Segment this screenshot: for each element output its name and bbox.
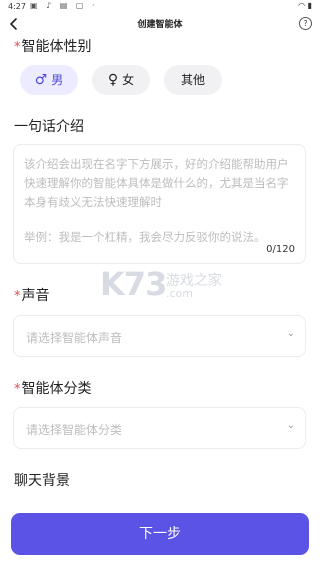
watermark-domain-text: .com [166, 287, 193, 300]
page-title: 创建智能体 [137, 20, 183, 30]
required-mark: * [14, 289, 21, 304]
watermark-logo-text: K73 [100, 265, 167, 303]
watermark-logo: K73 游戏之家 .com [100, 265, 240, 305]
gender-option-label: 女 [122, 73, 135, 87]
gender-label: *智能体性别 [14, 36, 92, 56]
category-label-text: 智能体分类 [21, 381, 92, 397]
chevron-down-icon: ⌄ [286, 328, 295, 339]
help-icon[interactable]: ? [299, 17, 312, 30]
chevron-down-icon: ⌄ [286, 420, 295, 431]
voice-placeholder: 请选择智能体声音 [26, 331, 123, 345]
status-bar: 4:27 ▣ ♪ ▤ ▢ · ◠ ▮ [0, 0, 320, 14]
category-label: *智能体分类 [14, 378, 92, 398]
required-mark: * [14, 382, 21, 397]
category-select[interactable]: 请选择智能体分类 ⌄ [13, 407, 306, 449]
gender-label-text: 智能体性别 [21, 39, 92, 55]
intro-textarea[interactable]: 该介绍会出现在名字下方展示，好的介绍能帮助用户快速理解你的智能体具体是做什么的，… [13, 144, 306, 264]
intro-placeholder: 该介绍会出现在名字下方展示，好的介绍能帮助用户快速理解你的智能体具体是做什么的，… [24, 157, 289, 209]
char-counter: 0/120 [266, 244, 295, 255]
next-step-button[interactable]: 下一步 [11, 513, 309, 555]
intro-example: 举例：我是一个杠精，我会尽力反驳你的说法。 [24, 230, 266, 244]
notification-icons: ▣ ♪ ▤ ▢ · [30, 1, 98, 10]
gender-option-female[interactable]: ♀ 女 [92, 65, 150, 95]
voice-select[interactable]: 请选择智能体声音 ⌄ [13, 315, 306, 357]
voice-label-text: 声音 [21, 288, 50, 304]
intro-label: 一句话介绍 [14, 119, 84, 135]
voice-label: *声音 [14, 285, 50, 305]
gender-option-label: 其他 [180, 73, 205, 87]
required-mark: * [14, 40, 21, 55]
nav-bar: 创建智能体 ? [0, 14, 320, 34]
gender-option-male[interactable]: ♂ 男 [20, 65, 78, 95]
chat-background-label: 聊天背景 [14, 473, 70, 489]
gender-option-other[interactable]: 其他 [164, 65, 222, 95]
gender-option-label: 男 [51, 73, 64, 87]
category-placeholder: 请选择智能体分类 [26, 423, 123, 437]
male-icon: ♂ [34, 72, 48, 88]
female-icon: ♀ [107, 72, 119, 88]
status-time: 4:27 [8, 2, 26, 11]
wifi-battery-icon: ◠ ▮ [298, 1, 312, 10]
